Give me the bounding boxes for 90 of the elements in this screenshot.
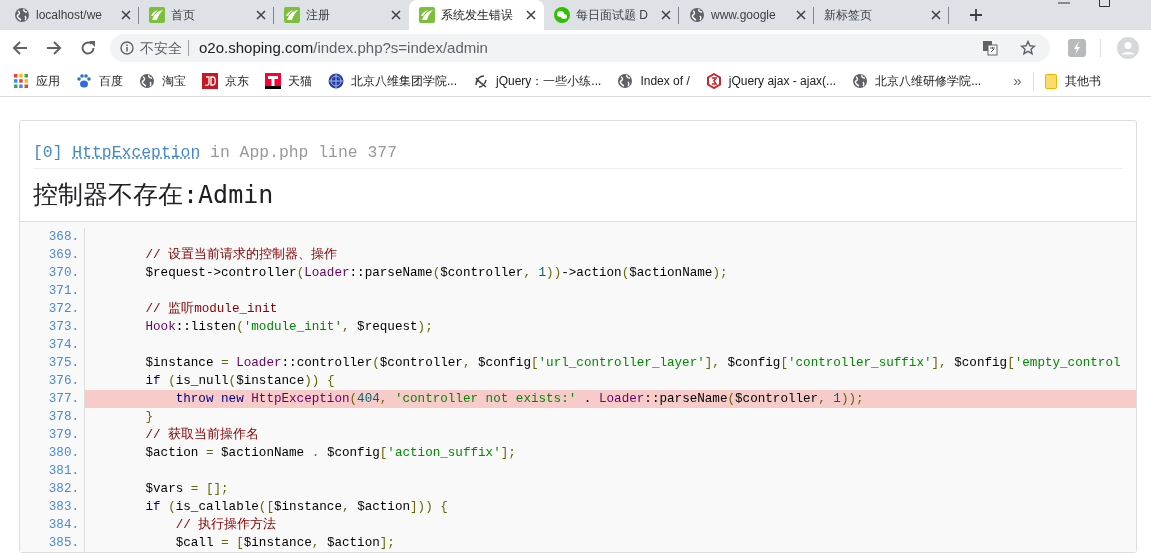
letter-tile-icon xyxy=(265,73,281,89)
close-icon[interactable] xyxy=(661,10,671,20)
logo-tile-icon xyxy=(202,73,218,89)
browser-tab[interactable]: localhost/we xyxy=(4,0,139,30)
browser-tab[interactable]: 系统发生错误 xyxy=(409,0,544,30)
bookmark-item[interactable]: 京东 xyxy=(202,72,249,90)
browser-tab[interactable]: 新标签页 xyxy=(814,0,949,30)
bookmarks-overflow-button[interactable]: » xyxy=(1013,69,1022,93)
line-number: 373. xyxy=(47,318,80,336)
error-message: 控制器不存在:Admin xyxy=(33,178,275,211)
line-number: 371. xyxy=(47,282,80,300)
globe-icon xyxy=(139,73,155,89)
line-number: 384. xyxy=(47,516,80,534)
line-number: 372. xyxy=(47,300,80,318)
code-line: // 执行操作方法 xyxy=(174,517,277,532)
code-line: // 设置当前请求的控制器、操作 xyxy=(144,247,338,262)
exception-location: in App.php line 377 xyxy=(210,143,397,162)
bookmark-item[interactable]: 百度 xyxy=(76,72,123,90)
bookmark-item[interactable]: jQuery ajax - ajax(... xyxy=(705,72,837,90)
code-line: // 获取当前操作名 xyxy=(144,427,260,442)
line-number: 379. xyxy=(47,426,80,444)
line-number: 378. xyxy=(47,408,80,426)
bookmark-item[interactable]: 应用 xyxy=(13,72,60,90)
hexagon-icon xyxy=(705,73,722,89)
url-text: o2o.shoping.com/index.php?s=index/admin xyxy=(199,37,488,58)
app-grid-icon xyxy=(13,73,29,89)
exception-class-link[interactable]: HttpException xyxy=(72,143,201,162)
new-tab-icon[interactable] xyxy=(969,8,983,22)
close-icon[interactable] xyxy=(931,10,941,20)
security-label: 不安全 xyxy=(140,38,182,58)
curve-icon xyxy=(473,73,489,89)
browser-tab[interactable]: 首页 xyxy=(139,0,274,30)
other-bookmarks-button[interactable]: 其他书 xyxy=(1045,72,1102,90)
forward-icon[interactable] xyxy=(46,40,62,56)
globe-icon xyxy=(689,7,705,23)
code-line: $instance = Loader::controller($controller, $config['url_controller_layer'], $config['controller_suffix'], $config['empty_control xyxy=(144,355,1121,370)
globe-icon xyxy=(14,7,30,23)
bookmark-item[interactable]: jQuery：一些小练... xyxy=(473,72,602,90)
bookmark-item[interactable]: 天猫 xyxy=(265,72,312,90)
code-line: } xyxy=(144,409,154,424)
browser-tab[interactable]: www.google xyxy=(679,0,814,30)
code-line: $action = $actionName . $config['action_suffix']; xyxy=(144,445,516,460)
close-icon[interactable] xyxy=(796,10,806,20)
globe-icon xyxy=(617,73,634,89)
star-icon[interactable] xyxy=(1020,40,1036,56)
line-number: 385. xyxy=(47,534,80,552)
maximize-icon[interactable] xyxy=(1099,0,1110,7)
bookmark-item[interactable]: 北京八维研修学院... xyxy=(852,72,982,90)
line-number: 383. xyxy=(47,498,80,516)
bookmark-item[interactable]: Index of / xyxy=(617,72,690,90)
code-line: throw new HttpException(404, 'controller not exists:' . Loader::parseName($controller, 1)); xyxy=(174,391,864,406)
line-number: 370. xyxy=(47,264,80,282)
folder-icon xyxy=(1045,73,1058,89)
back-icon[interactable] xyxy=(12,40,28,56)
code-line: if (is_null($instance)) { xyxy=(144,373,335,388)
bookmark-item[interactable]: 北京八维集团学院... xyxy=(328,72,457,90)
chat-bubble-icon xyxy=(554,7,570,23)
close-icon[interactable] xyxy=(121,10,131,20)
code-line: Hook::listen('module_init', $request); xyxy=(144,319,433,334)
line-number: 369. xyxy=(47,246,80,264)
line-number: 377. xyxy=(47,390,80,408)
line-number: 375. xyxy=(47,354,80,372)
globe-emblem-icon xyxy=(328,73,344,89)
leaf-icon xyxy=(284,7,300,23)
leaf-icon xyxy=(149,7,165,23)
paw-icon xyxy=(76,73,92,89)
code-line: $request->controller(Loader::parseName($controller, 1))->action($actionName); xyxy=(144,265,728,280)
code-line: // 监听module_init xyxy=(144,301,278,316)
code-line: $call = [$instance, $action]; xyxy=(174,535,395,550)
browser-tab[interactable]: 每日面试题 D xyxy=(544,0,679,30)
close-icon[interactable] xyxy=(391,10,401,20)
exception-index: [0] xyxy=(33,143,63,162)
globe-icon xyxy=(852,73,869,89)
leaf-icon xyxy=(419,7,435,23)
line-number: 381. xyxy=(47,462,80,480)
line-number: 376. xyxy=(47,372,80,390)
line-number: 374. xyxy=(47,336,80,354)
code-line: $vars = []; xyxy=(144,481,229,496)
browser-tab[interactable]: 注册 xyxy=(274,0,409,30)
close-icon[interactable] xyxy=(256,10,266,20)
code-line: if (is_callable([$instance, $action])) { xyxy=(144,499,448,514)
close-icon[interactable] xyxy=(526,10,536,20)
info-icon[interactable] xyxy=(120,41,134,55)
line-number: 380. xyxy=(47,444,80,462)
line-number: 382. xyxy=(47,480,80,498)
line-number: 368. xyxy=(47,228,80,246)
translate-icon[interactable] xyxy=(982,40,998,56)
address-bar[interactable]: 不安全 o2o.shoping.com/index.php?s=index/admin xyxy=(110,34,1050,62)
bookmark-item[interactable]: 淘宝 xyxy=(139,72,186,90)
reload-icon[interactable] xyxy=(80,40,96,56)
